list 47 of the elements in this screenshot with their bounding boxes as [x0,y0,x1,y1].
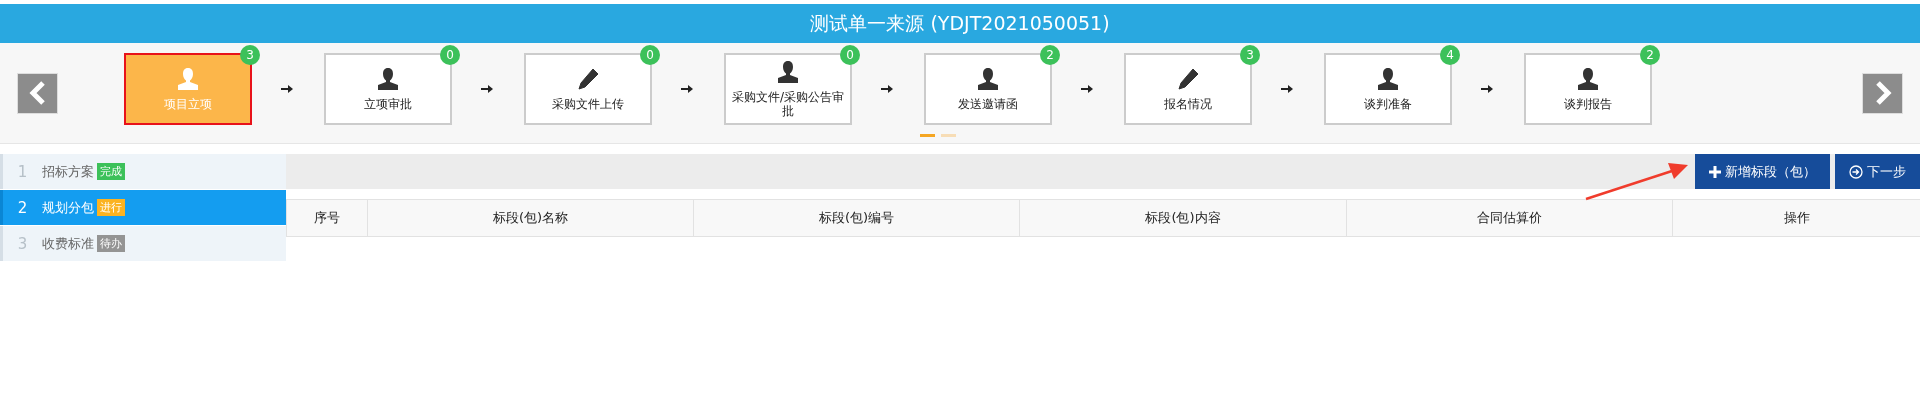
arrow-right-icon [281,84,293,94]
count-badge: 2 [1040,45,1060,65]
count-badge: 3 [240,45,260,65]
window-title: 测试单一来源 (YDJT2021050051) [810,10,1110,36]
status-badge: 待办 [97,235,125,252]
person-icon [176,67,200,91]
arrow-right-icon [681,84,693,94]
count-badge: 0 [440,45,460,65]
arrow-right-icon [481,84,493,94]
step-number: 3 [16,234,29,253]
count-badge: 0 [840,45,860,65]
column-header: 标段(包)名称 [367,200,693,236]
previous-button[interactable] [17,72,58,114]
next-button[interactable] [1862,72,1903,114]
count-badge: 4 [1440,45,1460,65]
column-header: 序号 [286,200,367,236]
column-header: 合同估算价 [1346,200,1672,236]
column-header: 操作 [1672,200,1920,236]
chevron-left-icon [27,81,48,105]
sidebar-item[interactable]: 3 收费标准 待办 [0,226,286,261]
pencil-icon [576,67,600,91]
person-icon [376,67,400,91]
sidebar-label: 招标方案 [42,162,94,181]
step-number: 2 [16,198,29,217]
sidebar-label: 规划分包 [42,198,94,217]
arrow-right-icon [1481,84,1493,94]
add-button[interactable]: 新增标段（包） [1695,154,1830,189]
person-icon [976,67,1000,91]
sidebar-item[interactable]: 1 招标方案 完成 [0,154,286,189]
plus-icon [1709,165,1721,178]
status-badge: 完成 [97,163,125,180]
count-badge: 3 [1240,45,1260,65]
person-icon [776,60,800,84]
person-icon [1376,67,1400,91]
status-badge: 进行 [97,199,125,216]
column-header: 标段(包)编号 [693,200,1019,236]
person-icon [1576,67,1600,91]
arrow-right-icon [1081,84,1093,94]
arrow-right-icon [881,84,893,94]
column-header: 标段(包)内容 [1019,200,1346,236]
next-step-button[interactable]: 下一步 [1835,154,1920,189]
arrow-right-icon [1281,84,1293,94]
step-number: 1 [16,162,29,181]
count-badge: 2 [1640,45,1660,65]
sidebar-label: 收费标准 [42,234,94,253]
pencil-icon [1176,67,1200,91]
count-badge: 0 [640,45,660,65]
